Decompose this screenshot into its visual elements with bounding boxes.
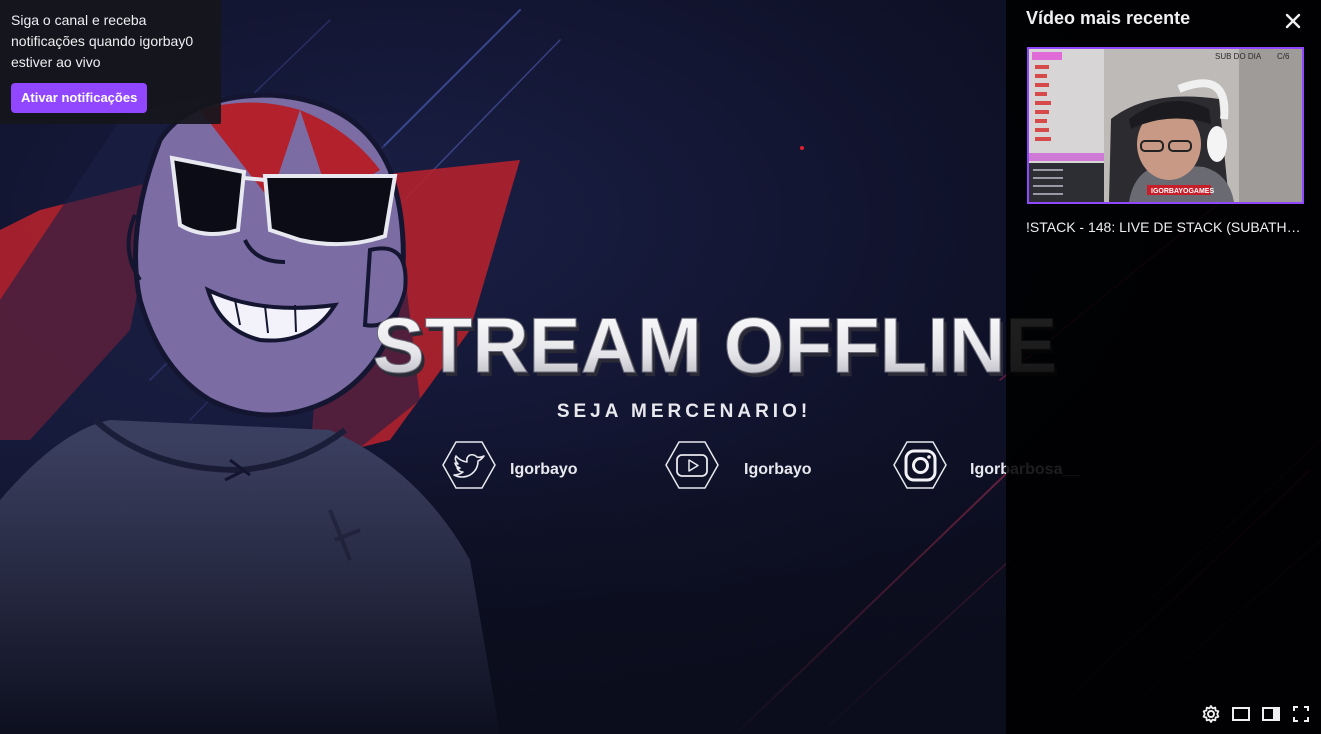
recent-video-panel: Vídeo mais recente SUB DO DIA C/6 IGORBA… [1006, 0, 1321, 734]
enable-notifications-button[interactable]: Ativar notificações [11, 83, 148, 113]
video-thumbnail[interactable]: SUB DO DIA C/6 IGORBAYOGAMES [1027, 47, 1304, 204]
split-view-icon[interactable] [1261, 704, 1281, 724]
hexagon-frame [665, 441, 719, 489]
fullscreen-icon[interactable] [1291, 704, 1311, 724]
instagram-icon [904, 449, 937, 482]
notification-text: Siga o canal e receba notificações quand… [11, 12, 194, 70]
thumbnail-overlay-label: SUB DO DIA [1215, 52, 1262, 61]
recent-video-title[interactable]: !STACK - 148: LIVE DE STACK (SUBATHON) !… [1026, 219, 1304, 235]
youtube-icon [676, 454, 708, 477]
twitter-icon [453, 453, 485, 478]
youtube-handle: Igorbayo [744, 461, 812, 478]
notification-prompt: Siga o canal e receba notificações quand… [0, 0, 221, 124]
social-youtube[interactable]: Igorbayo [665, 441, 812, 489]
player-controls [1201, 704, 1311, 724]
video-player[interactable]: STREAM OFFLINE STREAM OFFLINE SEJA MERCE… [0, 0, 1321, 734]
close-icon[interactable] [1282, 10, 1304, 32]
thumbnail-image: SUB DO DIA C/6 IGORBAYOGAMES [1029, 49, 1302, 202]
theatre-mode-icon[interactable] [1231, 704, 1251, 724]
thumbnail-overlay-counter: C/6 [1277, 52, 1290, 61]
twitter-handle: Igorbayo [510, 461, 578, 478]
tagline: SEJA MERCENARIO! [557, 401, 811, 422]
stream-offline-headline: STREAM OFFLINE [373, 301, 1058, 389]
social-twitter[interactable]: Igorbayo [442, 441, 578, 489]
hexagon-frame [442, 441, 496, 489]
thumbnail-nameplate: IGORBAYOGAMES [1151, 188, 1214, 195]
recent-video-heading: Vídeo mais recente [1026, 8, 1191, 28]
settings-icon[interactable] [1201, 704, 1221, 724]
